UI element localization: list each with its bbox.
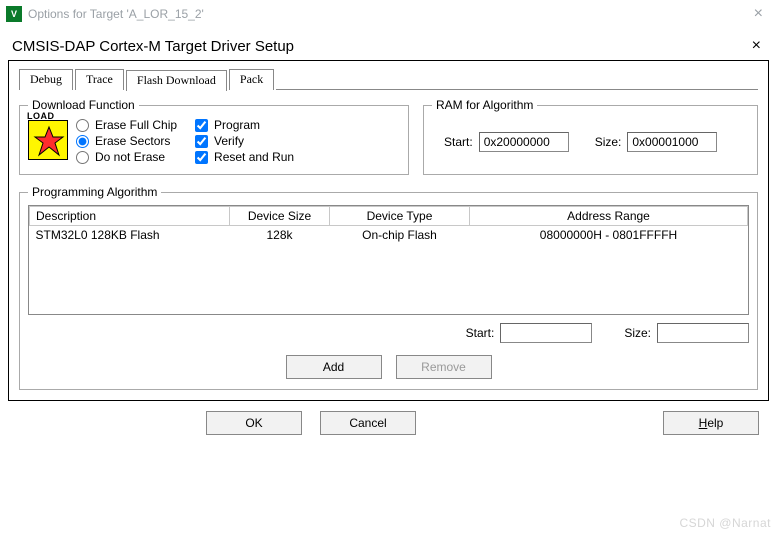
col-device-size[interactable]: Device Size	[230, 207, 330, 226]
programming-algorithm-legend: Programming Algorithm	[28, 185, 161, 199]
tab-trace[interactable]: Trace	[75, 69, 124, 90]
ram-size-input[interactable]	[627, 132, 717, 152]
dialog-titlebar: CMSIS-DAP Cortex-M Target Driver Setup ×	[8, 32, 769, 60]
remove-button[interactable]: Remove	[396, 355, 492, 379]
algo-start-label: Start:	[466, 326, 495, 340]
ram-legend: RAM for Algorithm	[432, 98, 537, 112]
download-function-legend: Download Function	[28, 98, 139, 112]
dialog-footer: OK Cancel Help	[18, 411, 759, 435]
erase-sectors-radio[interactable]: Erase Sectors	[76, 134, 177, 148]
tab-flash-download[interactable]: Flash Download	[126, 70, 227, 91]
window-title: Options for Target 'A_LOR_15_2'	[28, 7, 204, 21]
tab-pack[interactable]: Pack	[229, 69, 274, 90]
help-text: elp	[707, 416, 723, 430]
col-address-range[interactable]: Address Range	[470, 207, 748, 226]
cancel-button[interactable]: Cancel	[320, 411, 416, 435]
load-icon	[28, 120, 68, 160]
download-function-group: Download Function Erase Full Chip Erase …	[19, 98, 409, 175]
dialog-body: Debug Trace Flash Download Pack Download…	[8, 60, 769, 401]
tab-debug[interactable]: Debug	[19, 69, 73, 90]
col-description[interactable]: Description	[30, 207, 230, 226]
erase-full-chip-radio[interactable]: Erase Full Chip	[76, 118, 177, 132]
tab-bar: Debug Trace Flash Download Pack	[19, 69, 758, 90]
algo-size-label: Size:	[624, 326, 651, 340]
app-icon: V	[6, 6, 22, 22]
dialog-title: CMSIS-DAP Cortex-M Target Driver Setup	[8, 38, 294, 55]
table-header-row: Description Device Size Device Type Addr…	[30, 207, 748, 226]
algorithm-table[interactable]: Description Device Size Device Type Addr…	[28, 205, 749, 315]
reset-and-run-checkbox[interactable]: Reset and Run	[195, 150, 294, 164]
add-button[interactable]: Add	[286, 355, 382, 379]
verify-checkbox[interactable]: Verify	[195, 134, 294, 148]
ram-start-input[interactable]	[479, 132, 569, 152]
ram-start-label: Start:	[444, 135, 473, 149]
watermark: CSDN @Narnat	[679, 516, 771, 530]
program-checkbox[interactable]: Program	[195, 118, 294, 132]
col-device-type[interactable]: Device Type	[330, 207, 470, 226]
help-button[interactable]: Help	[663, 411, 759, 435]
outer-close-icon[interactable]: ×	[746, 3, 771, 25]
close-icon[interactable]: ×	[744, 35, 769, 57]
table-row[interactable]: STM32L0 128KB Flash 128k On-chip Flash 0…	[30, 226, 748, 245]
ok-button[interactable]: OK	[206, 411, 302, 435]
do-not-erase-radio[interactable]: Do not Erase	[76, 150, 177, 164]
window-titlebar: V Options for Target 'A_LOR_15_2' ×	[0, 0, 777, 28]
ram-for-algorithm-group: RAM for Algorithm Start: Size:	[423, 98, 758, 175]
algo-size-input[interactable]	[657, 323, 749, 343]
programming-algorithm-group: Programming Algorithm Description Device…	[19, 185, 758, 390]
ram-size-label: Size:	[595, 135, 622, 149]
algo-start-input[interactable]	[500, 323, 592, 343]
